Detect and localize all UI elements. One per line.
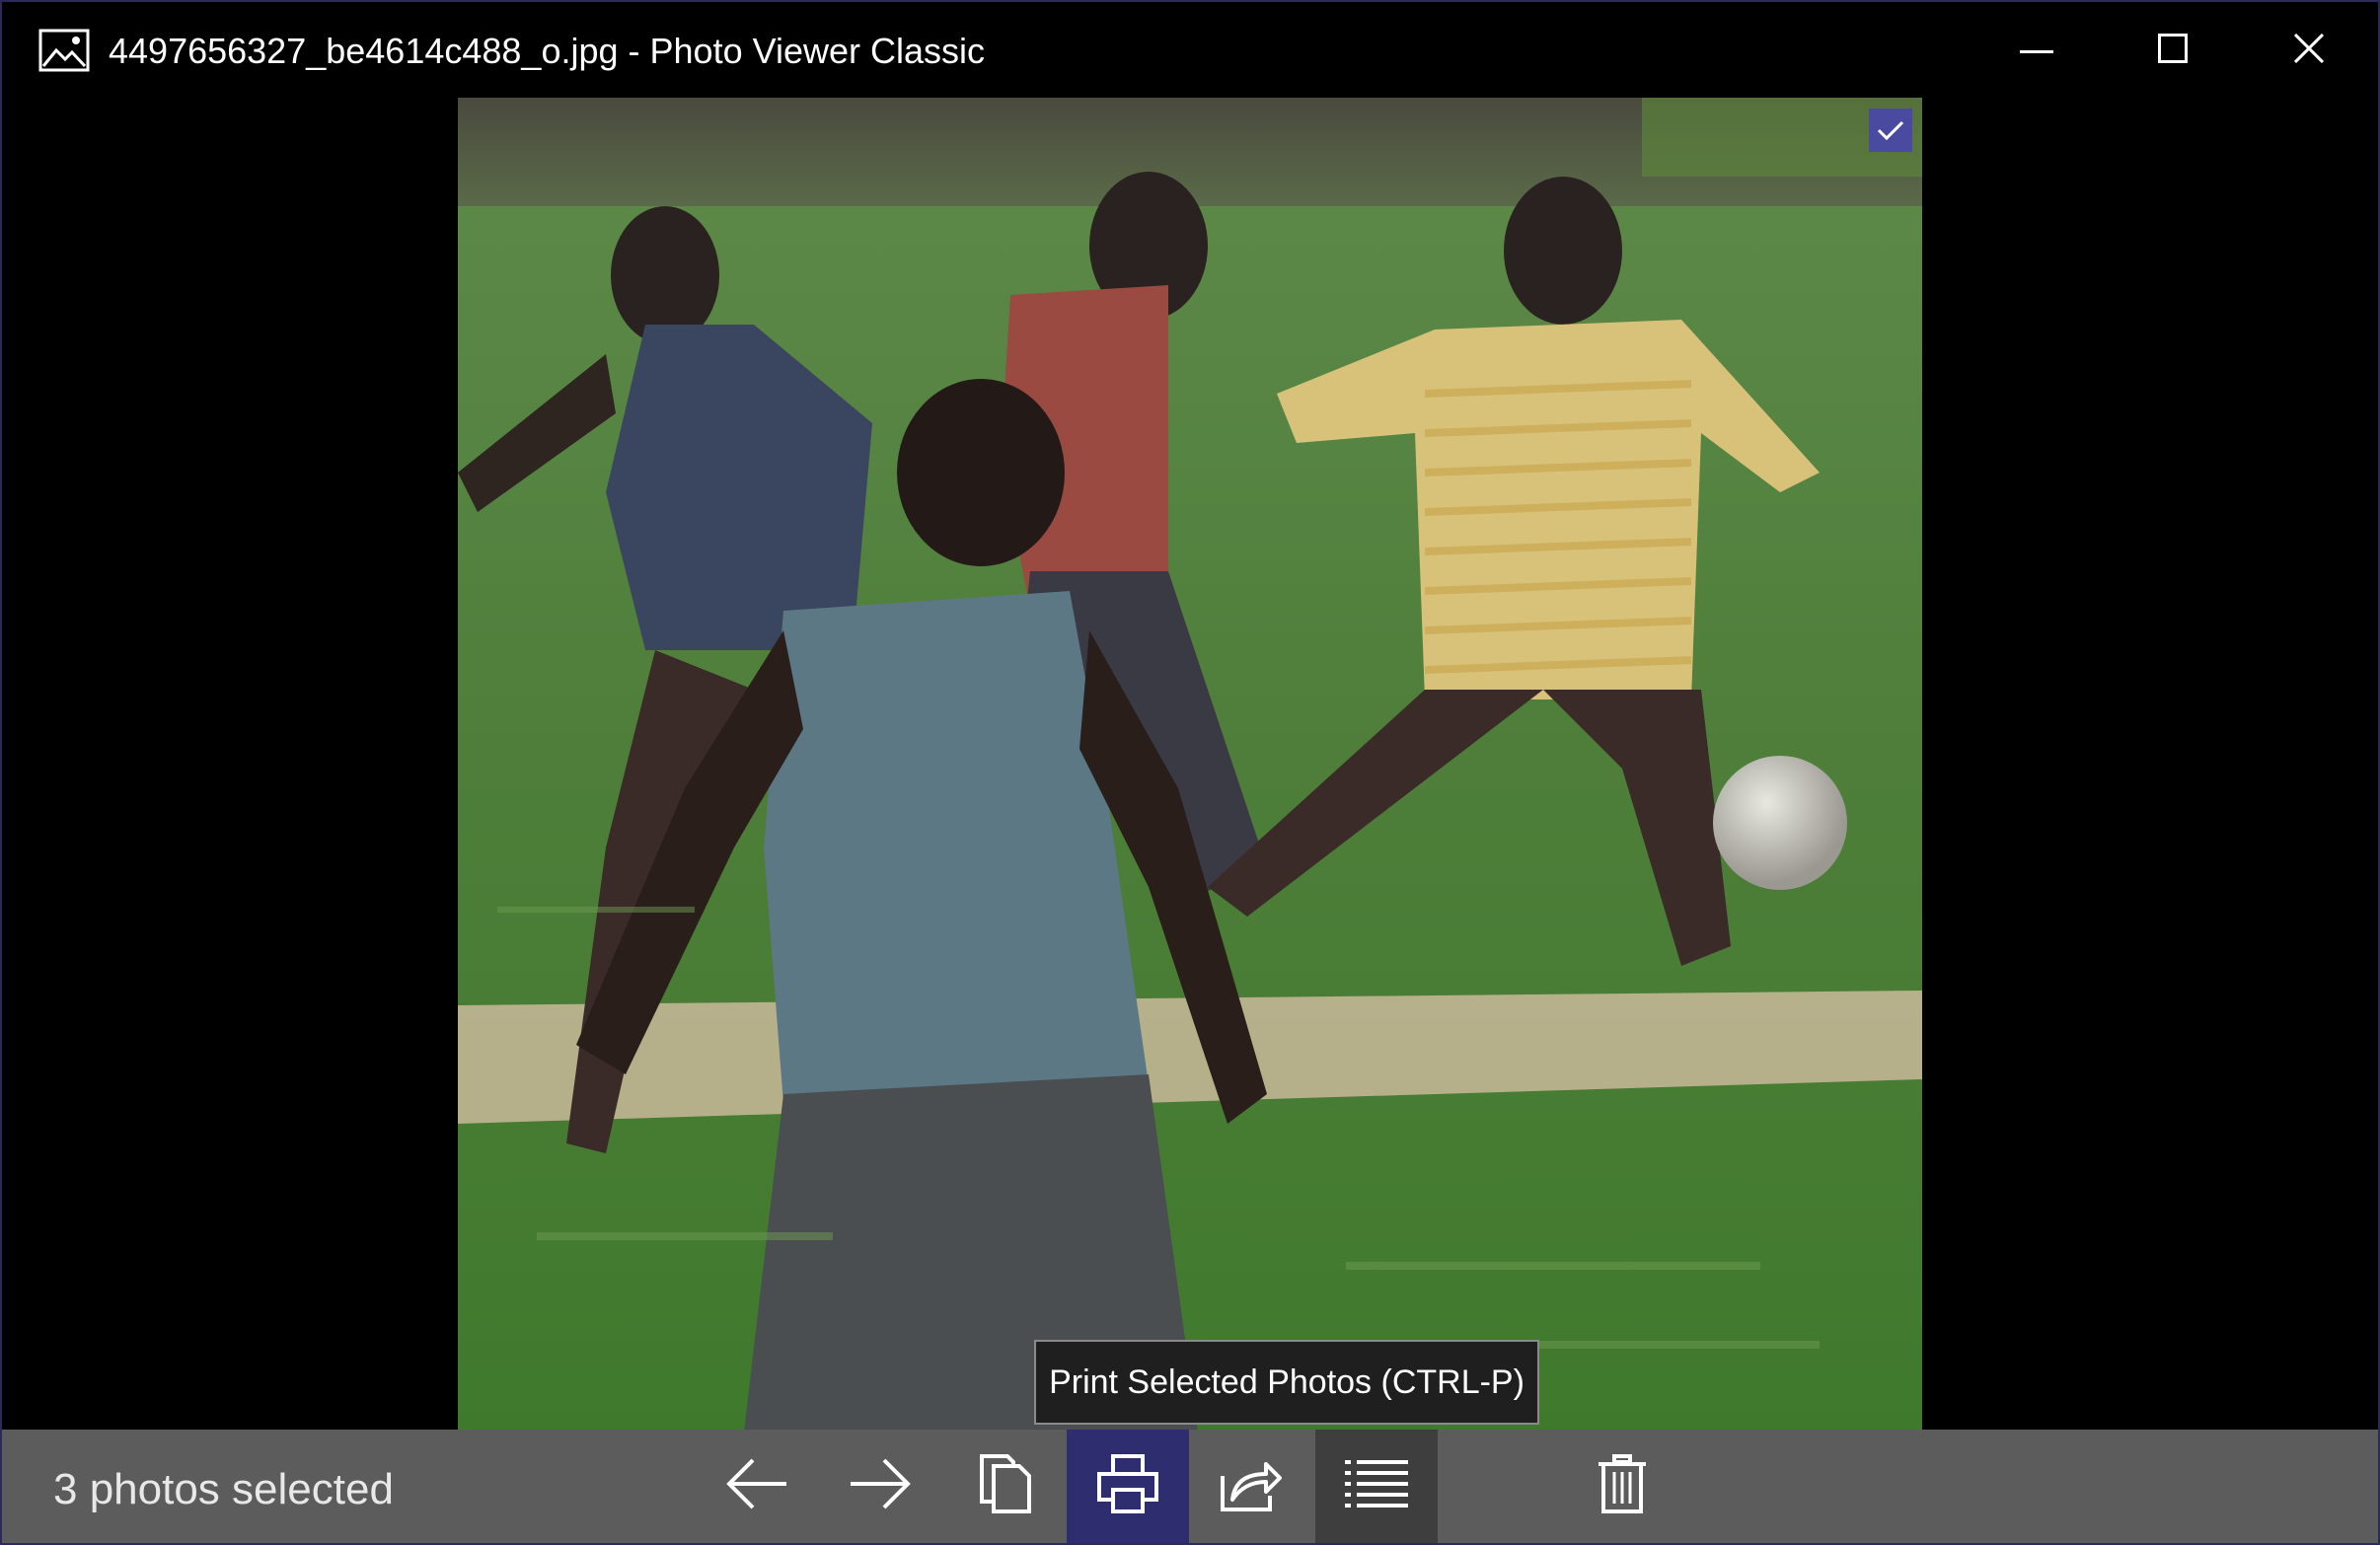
share-button[interactable]: [1190, 1430, 1312, 1543]
maximize-icon: [2158, 33, 2188, 68]
delete-button[interactable]: [1561, 1430, 1683, 1543]
title-bar[interactable]: 4497656327_be4614c488_o.jpg - Photo View…: [2, 2, 2378, 99]
photo-viewer-window: 4497656327_be4614c488_o.jpg - Photo View…: [2, 2, 2378, 1543]
share-icon: [1221, 1456, 1282, 1516]
image-icon: [38, 29, 90, 72]
printer-icon: [1097, 1454, 1158, 1518]
close-button[interactable]: [2242, 2, 2376, 99]
photo-view[interactable]: [458, 98, 1922, 1432]
print-tooltip: Print Selected Photos (CTRL-P): [1034, 1340, 1539, 1425]
photo-image: [458, 98, 1922, 1432]
trash-icon: [1599, 1454, 1646, 1518]
maximize-button[interactable]: [2106, 2, 2240, 99]
checkmark-icon: [1877, 119, 1904, 141]
close-icon: [2293, 33, 2325, 68]
details-list-button[interactable]: [1315, 1430, 1438, 1543]
selection-status: 3 photos selected: [53, 1465, 394, 1513]
copy-icon: [978, 1454, 1033, 1518]
arrow-right-icon: [849, 1456, 912, 1516]
bottom-toolbar: 3 photos selected: [2, 1430, 2378, 1543]
print-button[interactable]: [1067, 1430, 1189, 1543]
minimize-button[interactable]: [1970, 2, 2104, 99]
window-title: 4497656327_be4614c488_o.jpg - Photo View…: [109, 31, 985, 71]
copy-button[interactable]: [944, 1430, 1067, 1543]
next-button[interactable]: [819, 1430, 941, 1543]
selection-checkbox[interactable]: [1869, 109, 1912, 152]
previous-button[interactable]: [696, 1430, 818, 1543]
arrow-left-icon: [725, 1456, 788, 1516]
list-icon: [1345, 1460, 1408, 1512]
minimize-icon: [2020, 41, 2053, 59]
